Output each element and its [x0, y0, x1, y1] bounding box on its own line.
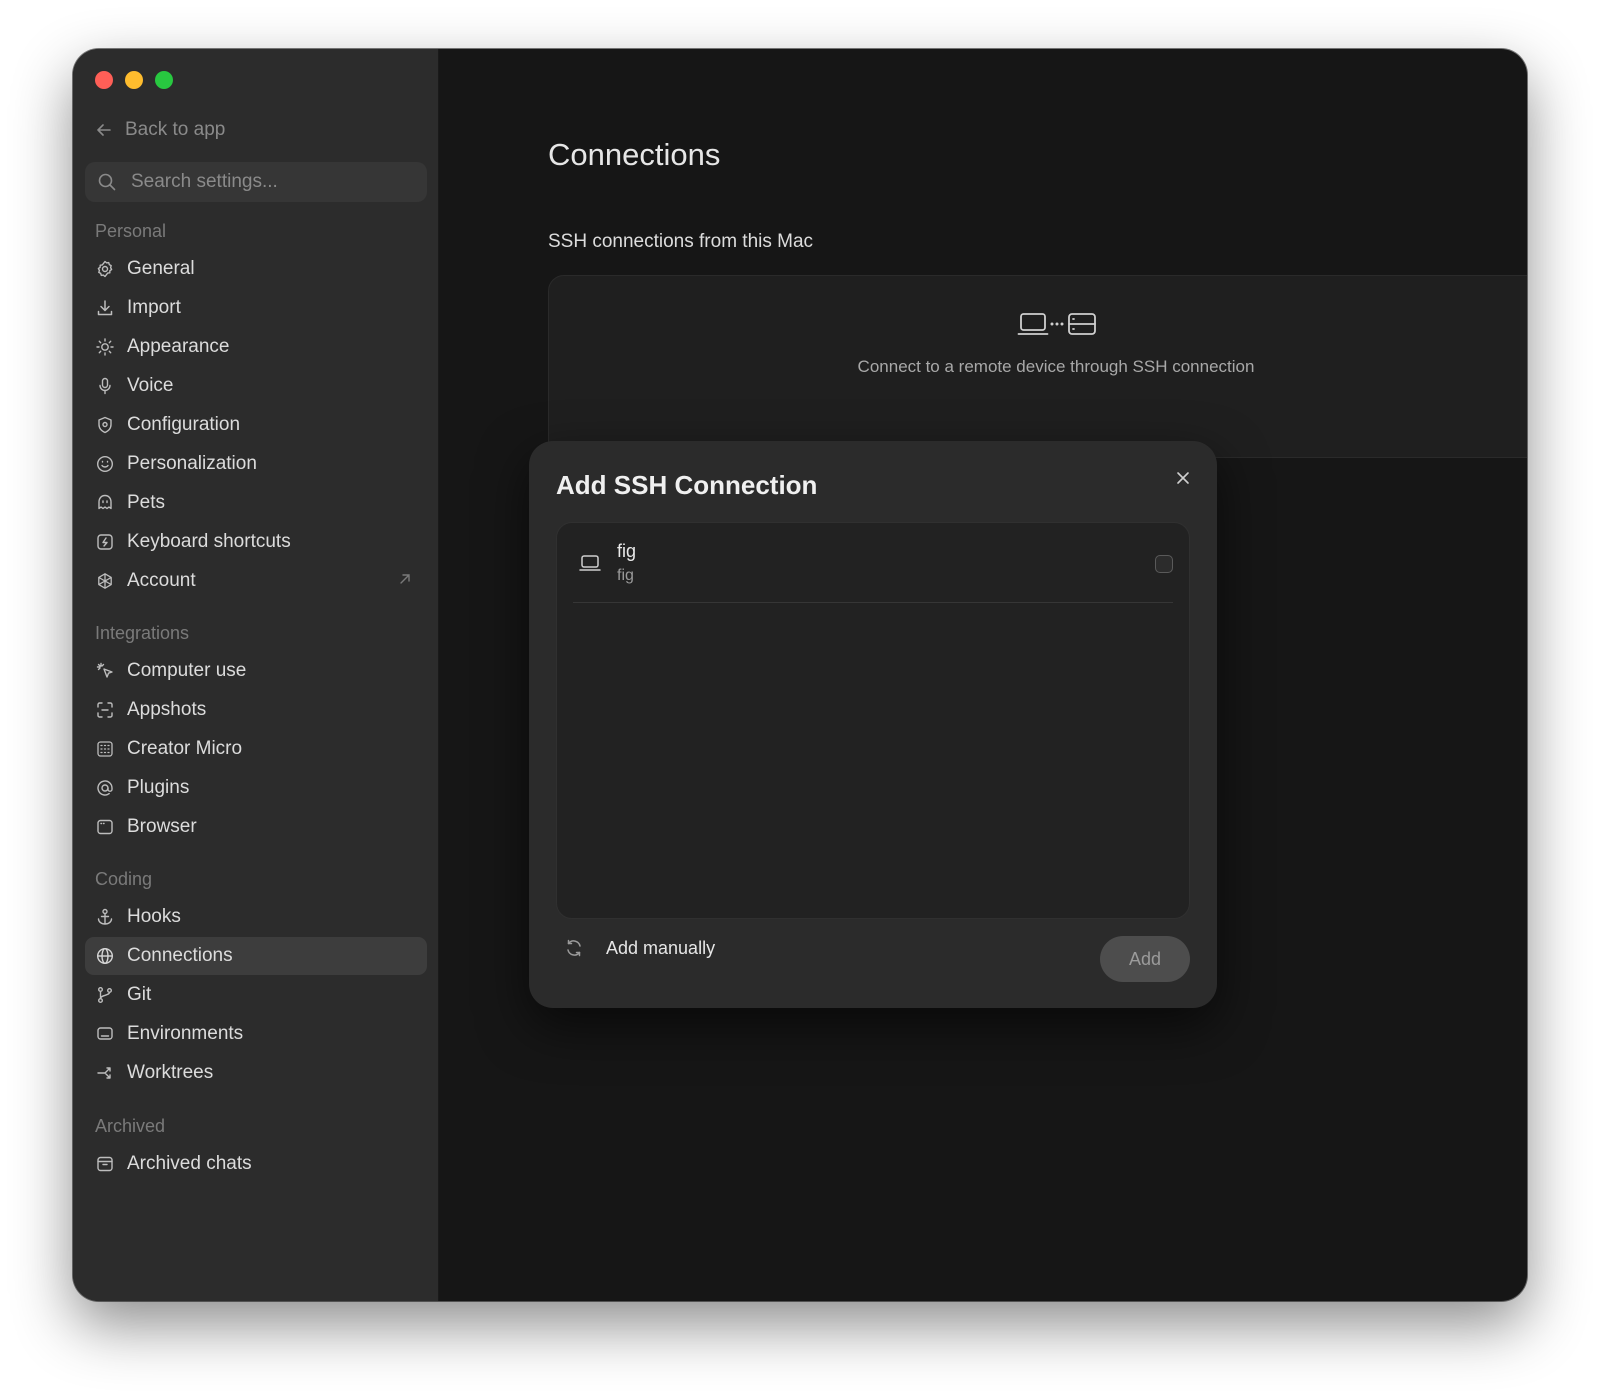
anchor-icon: [95, 907, 115, 927]
add-manually-button[interactable]: Add manually: [564, 933, 715, 963]
search-icon: [98, 173, 116, 191]
minimize-window-button[interactable]: [125, 71, 143, 89]
close-icon: [1177, 472, 1189, 484]
dialog-title: Add SSH Connection: [556, 470, 818, 500]
sidebar-item-label: Plugins: [127, 777, 190, 798]
download-icon: [95, 298, 115, 318]
sidebar-item-browser[interactable]: Browser: [85, 808, 427, 846]
ssh-host-name: fig: [617, 541, 637, 561]
sidebar-item-connections[interactable]: Connections: [85, 937, 427, 975]
ssh-host-list: fig fig: [556, 522, 1190, 919]
sidebar-item-environments[interactable]: Environments: [85, 1015, 427, 1053]
sidebar-item-configuration[interactable]: Configuration: [85, 406, 427, 444]
sidebar-item-label: Pets: [127, 492, 166, 513]
section-title-personal: Personal: [95, 221, 167, 241]
laptop-server-connection-icon: [1017, 310, 1097, 345]
section-title-archived: Archived: [95, 1116, 166, 1136]
sidebar-item-label: Account: [127, 570, 196, 591]
back-to-app-link[interactable]: Back to app: [95, 119, 225, 141]
sidebar-item-account[interactable]: Account: [85, 562, 427, 600]
sidebar-item-computer-use[interactable]: Computer use: [85, 652, 427, 690]
sidebar-item-label: Environments: [127, 1023, 244, 1044]
sidebar-item-label: Connections: [127, 945, 233, 966]
page-title: Connections: [548, 137, 721, 172]
sidebar-item-label: General: [127, 258, 195, 279]
section-title-coding: Coding: [95, 869, 153, 889]
close-window-button[interactable]: [95, 71, 113, 89]
sidebar-item-git[interactable]: Git: [85, 976, 427, 1014]
sidebar-item-label: Archived chats: [127, 1153, 252, 1174]
ssh-host-checkbox[interactable]: [1155, 555, 1173, 573]
sidebar-item-label: Voice: [127, 375, 174, 396]
close-dialog-button[interactable]: [1175, 470, 1191, 491]
sidebar-item-label: Hooks: [127, 906, 181, 927]
sidebar-item-label: Browser: [127, 816, 197, 837]
sidebar-item-label: Import: [127, 297, 181, 318]
smile-icon: [95, 454, 115, 474]
sidebar-item-general[interactable]: General: [85, 250, 427, 288]
zoom-window-button[interactable]: [155, 71, 173, 89]
sun-icon: [95, 337, 115, 357]
search-settings-field[interactable]: [85, 162, 427, 202]
pet-icon: [95, 493, 115, 513]
gear-icon: [95, 259, 115, 279]
external-link-icon: [397, 571, 413, 593]
sidebar: Back to app Personal General Import Appe…: [73, 49, 439, 1301]
sidebar-item-label: Worktrees: [127, 1062, 214, 1083]
section-title-integrations: Integrations: [95, 623, 190, 643]
ssh-empty-state-card: Connect to a remote device through SSH c…: [548, 275, 1527, 458]
sidebar-item-label: Appearance: [127, 336, 230, 357]
sidebar-item-label: Git: [127, 984, 152, 1005]
sidebar-item-label: Computer use: [127, 660, 247, 681]
cursor-click-icon: [95, 661, 115, 681]
archive-box-icon: [95, 1154, 115, 1174]
sidebar-item-hooks[interactable]: Hooks: [85, 898, 427, 936]
settings-window: Back to app Personal General Import Appe…: [73, 49, 1527, 1301]
sidebar-item-personalization[interactable]: Personalization: [85, 445, 427, 483]
worktree-icon: [95, 1063, 115, 1083]
laptop-icon: [579, 554, 601, 577]
keyboard-shortcut-icon: [95, 532, 115, 552]
add-ssh-connection-dialog: Add SSH Connection fig fig Add manually …: [529, 441, 1217, 1008]
ssh-host-address: fig: [617, 567, 634, 584]
arrow-left-icon: [97, 124, 111, 136]
sidebar-item-appearance[interactable]: Appearance: [85, 328, 427, 366]
sidebar-item-appshots[interactable]: Appshots: [85, 691, 427, 729]
add-button[interactable]: Add: [1100, 936, 1190, 982]
monitor-icon: [95, 1024, 115, 1044]
sidebar-item-label: Configuration: [127, 414, 241, 435]
search-settings-input[interactable]: [129, 170, 403, 194]
browser-window-icon: [95, 817, 115, 837]
ssh-connections-heading: SSH connections from this Mac: [548, 231, 814, 252]
ssh-empty-state-text: Connect to a remote device through SSH c…: [857, 357, 1255, 376]
grid-pad-icon: [95, 739, 115, 759]
sidebar-item-archived-chats[interactable]: Archived chats: [85, 1145, 427, 1183]
sidebar-item-label: Creator Micro: [127, 738, 243, 759]
sidebar-item-plugins[interactable]: Plugins: [85, 769, 427, 807]
window-controls: [95, 71, 173, 89]
sidebar-item-pets[interactable]: Pets: [85, 484, 427, 522]
sidebar-item-voice[interactable]: Voice: [85, 367, 427, 405]
sidebar-item-keyboard-shortcuts[interactable]: Keyboard shortcuts: [85, 523, 427, 561]
refresh-icon: [567, 939, 581, 957]
sidebar-item-label: Appshots: [127, 699, 207, 720]
back-to-app-label: Back to app: [125, 119, 226, 140]
sidebar-item-label: Personalization: [127, 453, 257, 474]
sidebar-item-label: Keyboard shortcuts: [127, 531, 291, 552]
shield-icon: [95, 415, 115, 435]
screenshot-frame-icon: [95, 700, 115, 720]
openai-logo-icon: [95, 571, 115, 591]
globe-icon: [95, 946, 115, 966]
microphone-icon: [95, 376, 115, 396]
sidebar-item-creator-micro[interactable]: Creator Micro: [85, 730, 427, 768]
ssh-host-row[interactable]: fig fig: [573, 523, 1173, 603]
at-sign-icon: [95, 778, 115, 798]
sidebar-item-worktrees[interactable]: Worktrees: [85, 1054, 427, 1092]
add-manually-label: Add manually: [606, 937, 716, 958]
git-branch-icon: [95, 985, 115, 1005]
sidebar-item-import[interactable]: Import: [85, 289, 427, 327]
